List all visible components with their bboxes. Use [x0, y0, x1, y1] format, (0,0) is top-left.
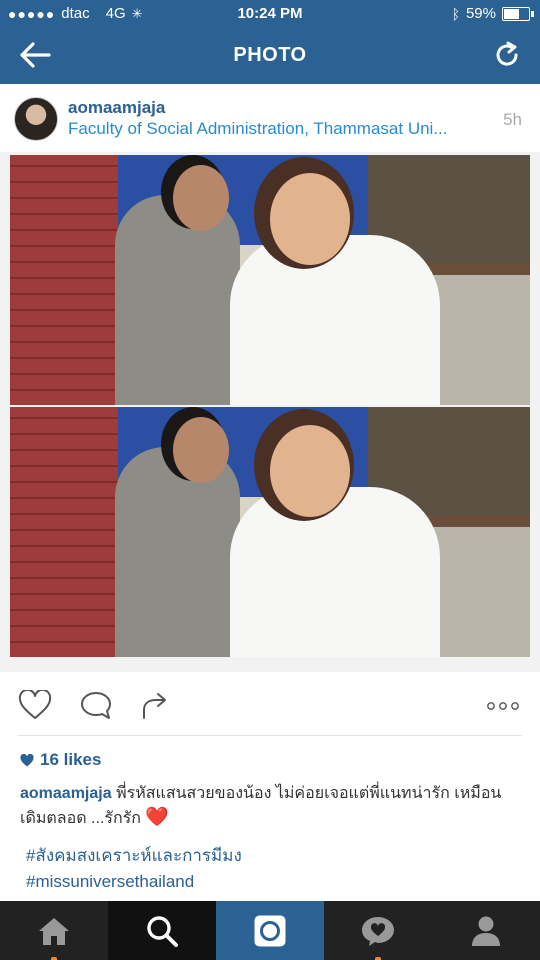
brick-wall: [10, 407, 118, 657]
refresh-icon[interactable]: [492, 40, 522, 70]
person-right: [230, 425, 440, 657]
heart-filled-icon: [20, 753, 34, 766]
tab-camera[interactable]: [216, 901, 324, 960]
more-dots-icon[interactable]: [486, 698, 520, 716]
battery-icon: [502, 6, 534, 21]
person-right-head: [270, 425, 350, 517]
tab-home[interactable]: [0, 901, 108, 960]
photo-panel-top: [10, 155, 530, 405]
bench: [420, 263, 530, 275]
bluetooth-icon: ᛒ: [451, 5, 460, 22]
person-left-head: [173, 165, 229, 231]
battery-percent: 59%: [465, 5, 496, 22]
share-arrow-icon[interactable]: [140, 690, 172, 725]
camera-icon: [254, 915, 286, 946]
photo-panel-bottom: [10, 407, 530, 657]
post-caption: aomaamjaja พี่รหัสแสนสวยของน้อง ไม่ค่อยเ…: [20, 782, 520, 831]
post-header: aomaamjaja Faculty of Social Administrat…: [0, 84, 540, 152]
likes-count[interactable]: 16 likes: [20, 750, 101, 770]
divider: [18, 735, 522, 736]
post-location[interactable]: Faculty of Social Administration, Thamma…: [68, 119, 498, 139]
heart-bubble-icon: [362, 916, 394, 946]
comment-bubble-icon[interactable]: [80, 690, 112, 725]
avatar[interactable]: [14, 97, 58, 141]
brick-wall: [10, 155, 118, 405]
page-title: PHOTO: [233, 44, 307, 66]
post-photo[interactable]: [0, 152, 540, 672]
home-icon: [39, 917, 69, 945]
person-left: [115, 165, 240, 405]
tab-profile[interactable]: [432, 901, 540, 960]
likes-text: 16 likes: [40, 750, 102, 769]
post-username[interactable]: aomaamjaja: [68, 98, 165, 118]
red-heart-emoji: ❤️: [145, 807, 170, 828]
battery-fill: [504, 8, 520, 19]
post-timestamp: 5h: [503, 110, 522, 129]
person-left: [115, 417, 240, 657]
caption-username[interactable]: aomaamjaja: [20, 785, 112, 802]
bench: [420, 515, 530, 527]
person-left-head: [173, 417, 229, 483]
profile-icon: [472, 916, 500, 946]
status-right: ᛒ 59%: [451, 5, 534, 22]
status-bar: ●●●●● dtac 4G ✳ 10:24 PM ᛒ 59%: [0, 0, 540, 28]
heart-outline-icon[interactable]: [18, 688, 52, 725]
tab-activity[interactable]: [324, 901, 432, 960]
hashtag-1[interactable]: #สังคมสงเคราะห์และการมีมง: [26, 842, 242, 869]
person-right-head: [270, 173, 350, 265]
post-actions: [0, 672, 540, 736]
search-icon: [147, 915, 178, 947]
hashtag-2[interactable]: #missuniversethailand: [26, 872, 194, 892]
person-right: [230, 173, 440, 405]
tab-bar: [0, 901, 540, 960]
tab-search[interactable]: [108, 901, 216, 960]
navigation-bar: PHOTO: [0, 28, 540, 84]
